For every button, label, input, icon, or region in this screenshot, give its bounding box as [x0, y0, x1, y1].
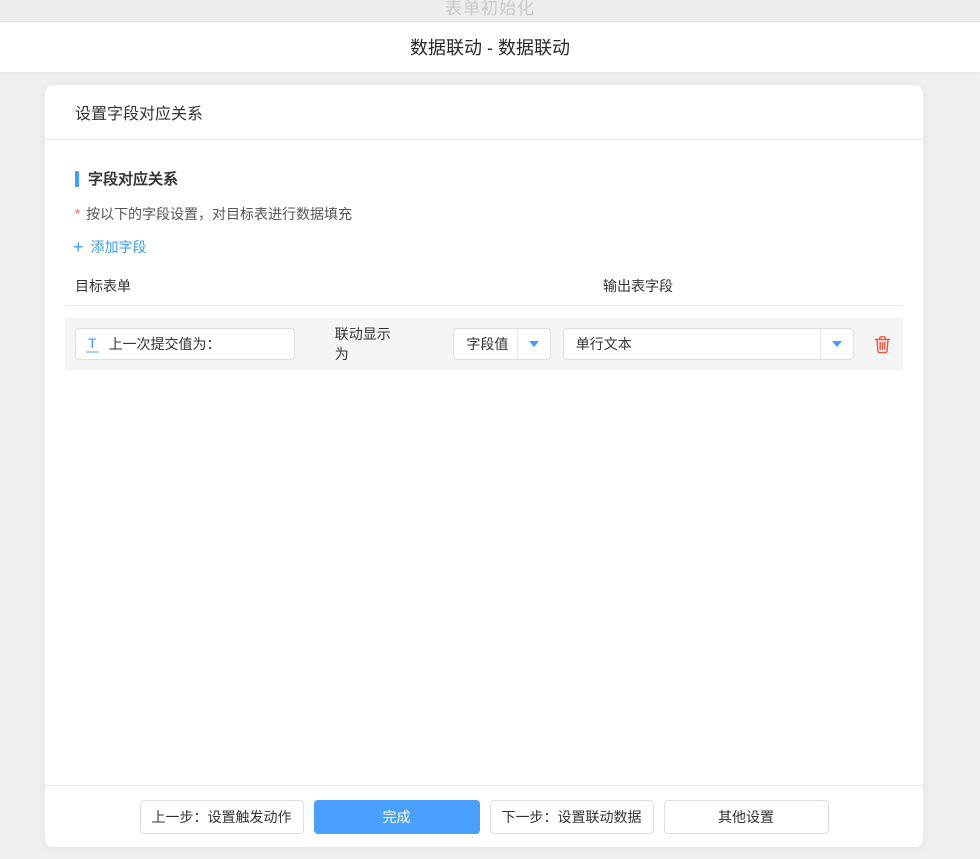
card-footer: 上一步：设置触发动作 完成 下一步：设置联动数据 其他设置 — [45, 785, 923, 847]
delete-row-button[interactable] — [872, 333, 893, 356]
finish-button[interactable]: 完成 — [314, 800, 480, 834]
settings-card: 设置字段对应关系 字段对应关系 * 按以下的字段设置，对目标表进行数据填充 + … — [45, 85, 923, 847]
section-note-text: 按以下的字段设置，对目标表进行数据填充 — [86, 204, 352, 224]
background-page-title-bar: 表单初始化 — [0, 0, 980, 22]
card-body: 字段对应关系 * 按以下的字段设置，对目标表进行数据填充 + 添加字段 目标表单… — [45, 140, 923, 785]
text-field-icon: T — [86, 336, 99, 353]
required-asterisk: * — [75, 206, 80, 221]
output-field-select[interactable]: 单行文本 — [563, 328, 854, 360]
other-settings-button[interactable]: 其他设置 — [664, 800, 829, 834]
background-page-title: 表单初始化 — [445, 0, 535, 19]
trash-icon — [874, 335, 891, 354]
modal-header: 数据联动 - 数据联动 — [0, 22, 980, 72]
prev-step-button[interactable]: 上一步：设置触发动作 — [140, 800, 304, 834]
value-type-selected: 字段值 — [454, 334, 516, 354]
modal-title: 数据联动 - 数据联动 — [410, 34, 570, 60]
column-header-target-form: 目标表单 — [75, 276, 131, 296]
section-title-label: 字段对应关系 — [88, 168, 178, 189]
card-header: 设置字段对应关系 — [45, 85, 923, 140]
next-step-button[interactable]: 下一步：设置联动数据 — [490, 800, 654, 834]
target-field-input[interactable]: T 上一次提交值为： — [75, 328, 295, 360]
mapping-table-header: 目标表单 输出表字段 — [65, 270, 903, 306]
value-type-select[interactable]: 字段值 — [453, 328, 550, 360]
output-field-caret-box[interactable] — [820, 329, 853, 359]
value-type-caret-box[interactable] — [517, 329, 550, 359]
chevron-down-icon — [832, 341, 842, 347]
add-field-label: 添加字段 — [91, 237, 147, 257]
chevron-down-icon — [529, 341, 539, 347]
section-accent-bar — [75, 171, 79, 187]
panel-title: 设置字段对应关系 — [75, 100, 203, 124]
add-field-button[interactable]: + 添加字段 — [73, 237, 147, 257]
plus-icon: + — [73, 238, 84, 256]
linkage-display-label: 联动显示为 — [335, 324, 405, 364]
output-field-selected: 单行文本 — [564, 334, 820, 354]
target-field-value: 上一次提交值为： — [109, 334, 221, 354]
section-title: 字段对应关系 — [75, 168, 903, 189]
column-header-output-field: 输出表字段 — [603, 276, 673, 296]
section-note: * 按以下的字段设置，对目标表进行数据填充 — [75, 204, 903, 224]
field-mapping-row: T 上一次提交值为： 联动显示为 字段值 单行文本 — [65, 318, 903, 370]
